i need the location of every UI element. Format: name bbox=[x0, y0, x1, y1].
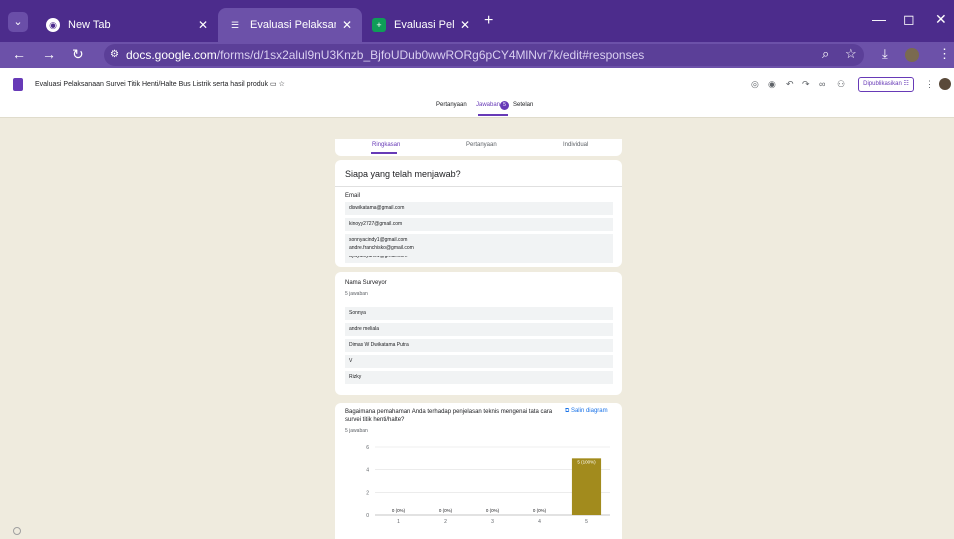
email-label: Email bbox=[345, 193, 361, 199]
list-item: Sonnya bbox=[345, 307, 613, 320]
tab-label: Setelan bbox=[513, 102, 534, 108]
tab-label: Pertanyaan bbox=[436, 102, 467, 108]
forms-icon: ☰ bbox=[230, 19, 240, 30]
data-label: 5 (100%) bbox=[577, 459, 596, 464]
tab-strip: ⌄ ◉ New Tab ✕ ☰ Evaluasi Pelaksanaan Sur… bbox=[0, 0, 954, 42]
copy-chart-label: Salin diagram bbox=[570, 408, 608, 414]
bar bbox=[571, 458, 602, 515]
add-collaborator-icon[interactable]: ⚇ bbox=[837, 79, 845, 90]
subtab-label: Pertanyaan bbox=[466, 142, 497, 148]
data-label: 0 (0%) bbox=[486, 508, 500, 513]
avatar[interactable] bbox=[939, 78, 951, 90]
response-count: 5 jawaban bbox=[345, 291, 368, 297]
y-tick-label: 2 bbox=[366, 490, 369, 496]
back-icon[interactable]: ← bbox=[12, 46, 26, 62]
close-icon[interactable]: ✕ bbox=[198, 18, 208, 32]
publish-button[interactable]: Dipublikasikan ☷ bbox=[858, 77, 914, 92]
new-tab-button[interactable]: + bbox=[484, 12, 493, 30]
x-tick-label: 1 bbox=[397, 519, 400, 525]
sheets-icon: + bbox=[372, 18, 386, 32]
list-item: andre meliala bbox=[345, 323, 613, 336]
active-subtab-indicator bbox=[371, 152, 397, 154]
copy-chart-button[interactable]: ⧉ Salin diagram bbox=[565, 408, 608, 415]
question-title: Bagaimana pemahaman Anda terhadap penjel… bbox=[345, 409, 553, 423]
x-tick-label: 5 bbox=[585, 519, 588, 525]
address-bar[interactable]: ⚙ docs.google.com/forms/d/1sx2alul9nU3Kn… bbox=[104, 44, 864, 66]
palette-icon[interactable]: ◎ bbox=[751, 79, 759, 90]
close-icon[interactable]: ✕ bbox=[460, 18, 470, 32]
response-count: 5 jawaban bbox=[345, 428, 368, 434]
chrome-icon: ◉ bbox=[46, 18, 60, 32]
card-title: Siapa yang telah menjawab? bbox=[345, 169, 461, 179]
close-icon[interactable]: ✕ bbox=[342, 18, 352, 32]
responses-subtabs: Ringkasan Pertanyaan Individual bbox=[335, 139, 622, 156]
x-tick-label: 4 bbox=[538, 519, 541, 525]
tab-search-button[interactable]: ⌄ bbox=[8, 12, 28, 32]
redo-icon[interactable]: ↷ bbox=[802, 79, 810, 90]
forms-doc-icon[interactable] bbox=[13, 78, 23, 91]
minimize-icon[interactable]: — bbox=[872, 11, 886, 27]
menu-icon[interactable]: ⋮ bbox=[938, 46, 951, 62]
form-title-text: Evaluasi Pelaksanaan Survei Titik Henti/… bbox=[35, 81, 269, 88]
star-icon[interactable]: ☆ bbox=[279, 81, 285, 88]
y-tick-label: 0 bbox=[366, 513, 369, 519]
window-close-icon[interactable]: ✕ bbox=[935, 11, 947, 28]
list-item: V bbox=[345, 355, 613, 368]
surveyor-card: Nama Surveyor 5 jawaban Sonnya andre mel… bbox=[335, 272, 622, 395]
reload-icon[interactable]: ↻ bbox=[72, 46, 84, 63]
folder-icon[interactable]: ▭ bbox=[270, 81, 277, 88]
link-icon[interactable]: ∞ bbox=[819, 79, 825, 89]
more-menu-icon[interactable]: ⋮ bbox=[925, 79, 934, 90]
data-label: 0 (0%) bbox=[392, 508, 406, 513]
url-path: /forms/d/1sx2alul9nU3Knzb_BjfoUDub0wwROR… bbox=[216, 48, 645, 62]
publish-label: Dipublikasikan bbox=[863, 81, 902, 87]
active-tab-indicator bbox=[478, 114, 508, 116]
responses-count-badge: 5 bbox=[500, 101, 509, 110]
browser-toolbar: ← → ↻ ⚙ docs.google.com/forms/d/1sx2alul… bbox=[0, 42, 954, 68]
y-tick-label: 6 bbox=[366, 445, 369, 451]
subtab-individual[interactable]: Individual bbox=[563, 142, 588, 148]
list-item: kinoyy2727@gmail.com bbox=[345, 218, 613, 231]
question-chart-card: Bagaimana pemahaman Anda terhadap penjel… bbox=[335, 403, 622, 539]
preview-eye-icon[interactable]: ◉ bbox=[768, 79, 776, 90]
settings-corner-icon[interactable] bbox=[13, 527, 21, 535]
data-label: 0 (0%) bbox=[439, 508, 453, 513]
undo-icon[interactable]: ↶ bbox=[786, 79, 794, 90]
question-title: Nama Surveyor bbox=[345, 280, 387, 286]
subtab-ringkasan[interactable]: Ringkasan bbox=[372, 142, 400, 148]
tab-new-tab[interactable]: ◉ New Tab ✕ bbox=[36, 8, 218, 42]
subtab-label: Ringkasan bbox=[372, 142, 401, 148]
tab-forms-1[interactable]: ☰ Evaluasi Pelaksanaan Survei Titi ✕ bbox=[218, 8, 362, 42]
download-icon[interactable]: ⤓ bbox=[882, 46, 888, 62]
forward-icon[interactable]: → bbox=[42, 46, 56, 62]
tab-setelan[interactable]: Setelan bbox=[513, 102, 533, 108]
site-settings-icon[interactable]: ⚙ bbox=[110, 44, 119, 66]
tab-jawaban[interactable]: Jawaban bbox=[476, 102, 500, 108]
url-host: docs.google.com bbox=[126, 48, 217, 62]
subtab-label: Individual bbox=[563, 142, 589, 148]
zoom-icon[interactable]: ⌕ bbox=[822, 46, 829, 62]
divider bbox=[335, 186, 622, 187]
tab-title: New Tab bbox=[68, 19, 111, 31]
tab-pertanyaan[interactable]: Pertanyaan bbox=[436, 102, 467, 108]
list-item: Rizky bbox=[345, 371, 613, 384]
subtab-pertanyaan[interactable]: Pertanyaan bbox=[466, 142, 497, 148]
list-item: Dimas W Dwikatama Putra bbox=[345, 339, 613, 352]
data-label: 0 (0%) bbox=[533, 508, 547, 513]
x-tick-label: 3 bbox=[491, 519, 494, 525]
bar-chart: 0 2 4 6 0 (0%) 1 0 (0%) 2 0 (0%) 3 0 (0%) 4 5 (100%)… bbox=[366, 445, 610, 525]
restore-icon[interactable]: ◻ bbox=[903, 11, 915, 28]
tab-sheets[interactable]: + Evaluasi Pelaksanaan Survei Titi ✕ bbox=[362, 8, 480, 42]
y-tick-label: 4 bbox=[366, 468, 369, 474]
forms-header: Evaluasi Pelaksanaan Survei Titik Henti/… bbox=[0, 68, 954, 118]
tab-title: Evaluasi Pelaksanaan Survei Titi bbox=[394, 19, 454, 31]
tab-title: Evaluasi Pelaksanaan Survei Titi bbox=[250, 19, 336, 31]
tab-label: Jawaban bbox=[476, 102, 501, 108]
profile-avatar[interactable] bbox=[905, 48, 919, 62]
x-tick-label: 2 bbox=[444, 519, 447, 525]
bookmark-star-icon[interactable]: ☆ bbox=[845, 46, 857, 62]
list-item: andre.franchisko@gmail.com bbox=[345, 242, 613, 256]
list-item: diswikatama@gmail.com bbox=[345, 202, 613, 215]
form-title[interactable]: Evaluasi Pelaksanaan Survei Titik Henti/… bbox=[35, 80, 285, 88]
